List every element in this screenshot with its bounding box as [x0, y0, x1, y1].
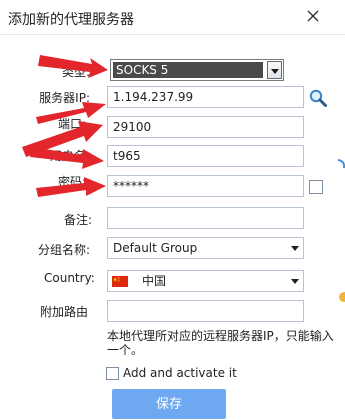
- username-input[interactable]: t965: [107, 145, 304, 167]
- group-select[interactable]: Default Group: [107, 237, 304, 259]
- server-ip-input[interactable]: 1.194.237.99: [107, 86, 304, 108]
- save-button[interactable]: 保存: [112, 389, 226, 419]
- note-label: 备注:: [64, 213, 93, 227]
- country-label: Country:: [44, 271, 95, 285]
- password-label: 密码:: [58, 175, 87, 189]
- type-select[interactable]: SOCKS 5: [110, 59, 284, 81]
- type-label: 类型:: [61, 65, 90, 79]
- activate-checkbox[interactable]: [106, 367, 119, 380]
- chevron-down-icon: [291, 279, 299, 284]
- password-input[interactable]: ******: [107, 175, 304, 197]
- group-label: 分组名称:: [38, 243, 91, 257]
- type-selected-value: SOCKS 5: [113, 62, 263, 78]
- server-ip-label: 服务器IP:: [39, 91, 90, 105]
- search-button[interactable]: [308, 88, 328, 108]
- port-input[interactable]: 29100: [107, 116, 304, 138]
- show-password-checkbox[interactable]: [309, 180, 323, 194]
- route-hint-text: 本地代理所对应的远程服务器IP，只能输入一个。: [107, 329, 334, 357]
- group-selected-value: Default Group: [113, 241, 198, 255]
- title-bar: 添加新的代理服务器: [0, 0, 345, 35]
- chevron-down-icon: [291, 246, 299, 251]
- route-label: 附加路由: [40, 305, 89, 319]
- close-button[interactable]: [300, 4, 326, 30]
- note-input[interactable]: [107, 207, 304, 229]
- activate-label[interactable]: Add and activate it: [123, 366, 237, 380]
- username-label: 用户名:: [50, 149, 91, 163]
- country-selected-value: 中国: [142, 274, 167, 288]
- dialog-title: 添加新的代理服务器: [8, 12, 134, 28]
- background-app-icon: [339, 292, 345, 302]
- chevron-down-icon: [271, 69, 279, 74]
- close-icon: [307, 10, 319, 22]
- background-app-icon: [337, 159, 345, 169]
- port-label: 端口:: [58, 117, 87, 131]
- country-select[interactable]: 中国: [107, 270, 304, 292]
- add-proxy-dialog: 添加新的代理服务器 类型: SOCKS 5 服务器IP: 1.194.237.9…: [0, 0, 345, 420]
- type-dropdown-button[interactable]: [267, 61, 282, 79]
- route-input[interactable]: [107, 300, 304, 322]
- magnifier-icon: [309, 89, 327, 107]
- china-flag-icon: [112, 276, 128, 287]
